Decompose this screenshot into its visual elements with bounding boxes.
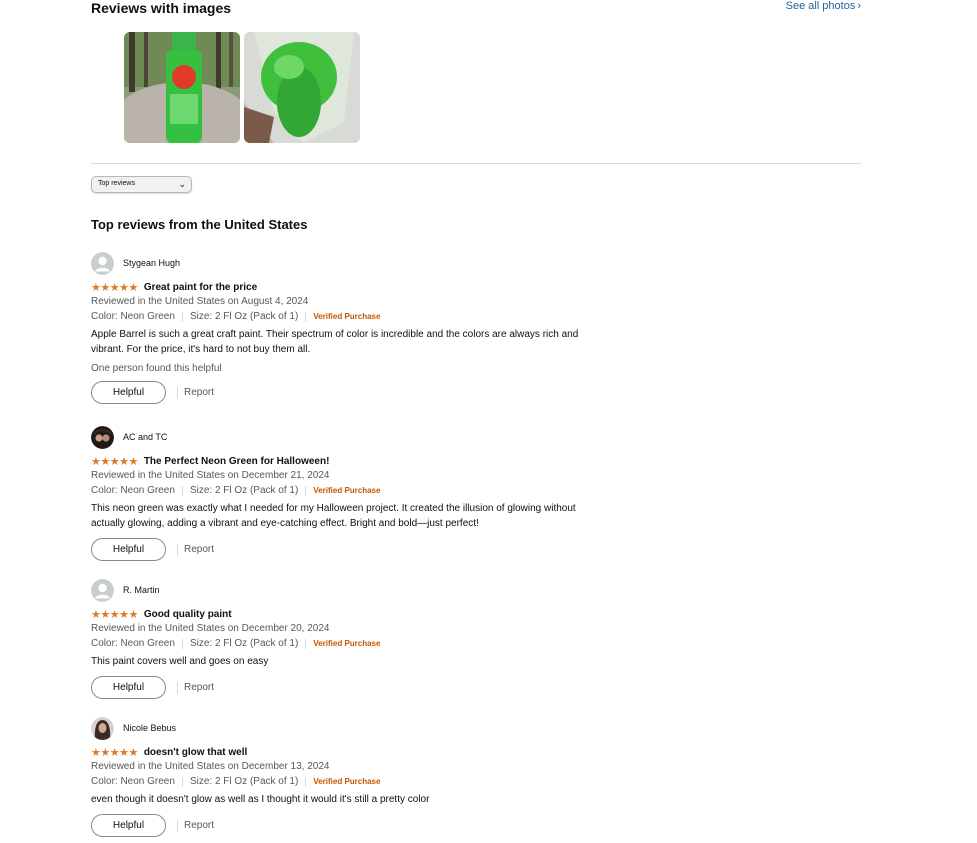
star-rating-icon[interactable]: ★★★★★ [91, 455, 138, 468]
review-item: AC and TC ★★★★★ The Perfect Neon Green f… [91, 425, 651, 561]
helpful-button[interactable]: Helpful [91, 381, 166, 404]
review-item: Nicole Bebus ★★★★★ doesn't glow that wel… [91, 716, 651, 837]
review-body: This neon green was exactly what I neede… [91, 503, 576, 529]
reviewer-name: R. Martin [123, 585, 160, 595]
divider [181, 311, 183, 322]
report-link[interactable]: Report [184, 820, 214, 831]
review-title[interactable]: doesn't glow that well [144, 747, 248, 758]
review-date: Reviewed in the United States on August … [91, 296, 309, 307]
review-title[interactable]: Great paint for the price [144, 282, 257, 293]
divider [305, 311, 307, 322]
divider [177, 681, 178, 694]
divider [177, 543, 178, 556]
reviewer-name: Stygean Hugh [123, 258, 181, 268]
review-color-attr: Color: Neon Green [91, 776, 175, 787]
see-all-photos-link[interactable]: See all photos › [786, 0, 861, 12]
review-title[interactable]: Good quality paint [144, 609, 232, 620]
report-link[interactable]: Report [184, 387, 214, 398]
reviews-with-images-title: Reviews with images [91, 0, 232, 16]
sort-reviews-dropdown[interactable]: Top reviews ⌄ [91, 176, 192, 193]
reviewer-name: AC and TC [123, 432, 168, 442]
review-date: Reviewed in the United States on Decembe… [91, 761, 330, 772]
review-date: Reviewed in the United States on Decembe… [91, 623, 330, 634]
verified-purchase-badge: Verified Purchase [313, 777, 381, 786]
star-rating-icon[interactable]: ★★★★★ [91, 281, 138, 294]
report-link[interactable]: Report [184, 544, 214, 555]
review-item: R. Martin ★★★★★ Good quality paint Revie… [91, 578, 651, 699]
verified-purchase-badge: Verified Purchase [313, 639, 381, 648]
avatar-photo-icon [91, 716, 114, 740]
chevron-down-icon: ⌄ [178, 179, 186, 189]
divider [177, 386, 178, 399]
star-rating-icon[interactable]: ★★★★★ [91, 746, 138, 759]
review-body: This paint covers well and goes on easy [91, 656, 269, 667]
review-size-attr: Size: 2 Fl Oz (Pack of 1) [189, 776, 299, 787]
review-size-attr: Size: 2 Fl Oz (Pack of 1) [189, 311, 299, 322]
reviewer-profile[interactable]: R. Martin [91, 578, 651, 602]
review-image-thumbnail-1[interactable] [124, 32, 240, 143]
top-reviews-heading: Top reviews from the United States [91, 217, 308, 232]
report-link[interactable]: Report [184, 682, 214, 693]
review-color-attr: Color: Neon Green [91, 311, 175, 322]
review-size-attr: Size: 2 Fl Oz (Pack of 1) [189, 485, 299, 496]
review-body: even though it doesn't glow as well as I… [91, 794, 430, 805]
review-body: Apple Barrel is such a great craft paint… [91, 329, 579, 355]
review-date: Reviewed in the United States on Decembe… [91, 470, 330, 481]
paint-bottle-photo-icon [124, 32, 240, 143]
helpful-button[interactable]: Helpful [91, 538, 166, 561]
see-all-photos-label[interactable]: See all photos [786, 0, 856, 12]
review-image-thumbnail-2[interactable] [244, 32, 360, 143]
helpful-button[interactable]: Helpful [91, 676, 166, 699]
reviewer-profile[interactable]: Nicole Bebus [91, 716, 651, 740]
divider [305, 776, 307, 787]
reviewer-name: Nicole Bebus [123, 723, 177, 733]
divider [181, 638, 183, 649]
paint-bag-photo-icon [244, 32, 360, 143]
review-title[interactable]: The Perfect Neon Green for Halloween! [144, 456, 330, 467]
review-size-attr: Size: 2 Fl Oz (Pack of 1) [189, 638, 299, 649]
helpful-button[interactable]: Helpful [91, 814, 166, 837]
verified-purchase-badge: Verified Purchase [313, 312, 381, 321]
divider [181, 485, 183, 496]
avatar-photo-icon [91, 425, 114, 449]
divider [305, 485, 307, 496]
chevron-right-icon: › [857, 0, 861, 12]
review-color-attr: Color: Neon Green [91, 485, 175, 496]
divider [177, 819, 178, 832]
avatar-default-icon [91, 251, 114, 275]
divider [305, 638, 307, 649]
star-rating-icon[interactable]: ★★★★★ [91, 608, 138, 621]
review-item: Stygean Hugh ★★★★★ Great paint for the p… [91, 251, 651, 404]
avatar-default-icon [91, 578, 114, 602]
reviewer-profile[interactable]: Stygean Hugh [91, 251, 651, 275]
review-color-attr: Color: Neon Green [91, 638, 175, 649]
sort-selected-label: Top reviews [98, 180, 135, 187]
verified-purchase-badge: Verified Purchase [313, 486, 381, 495]
divider [181, 776, 183, 787]
helpful-count: One person found this helpful [91, 363, 222, 374]
reviewer-profile[interactable]: AC and TC [91, 425, 651, 449]
section-divider [91, 163, 861, 164]
